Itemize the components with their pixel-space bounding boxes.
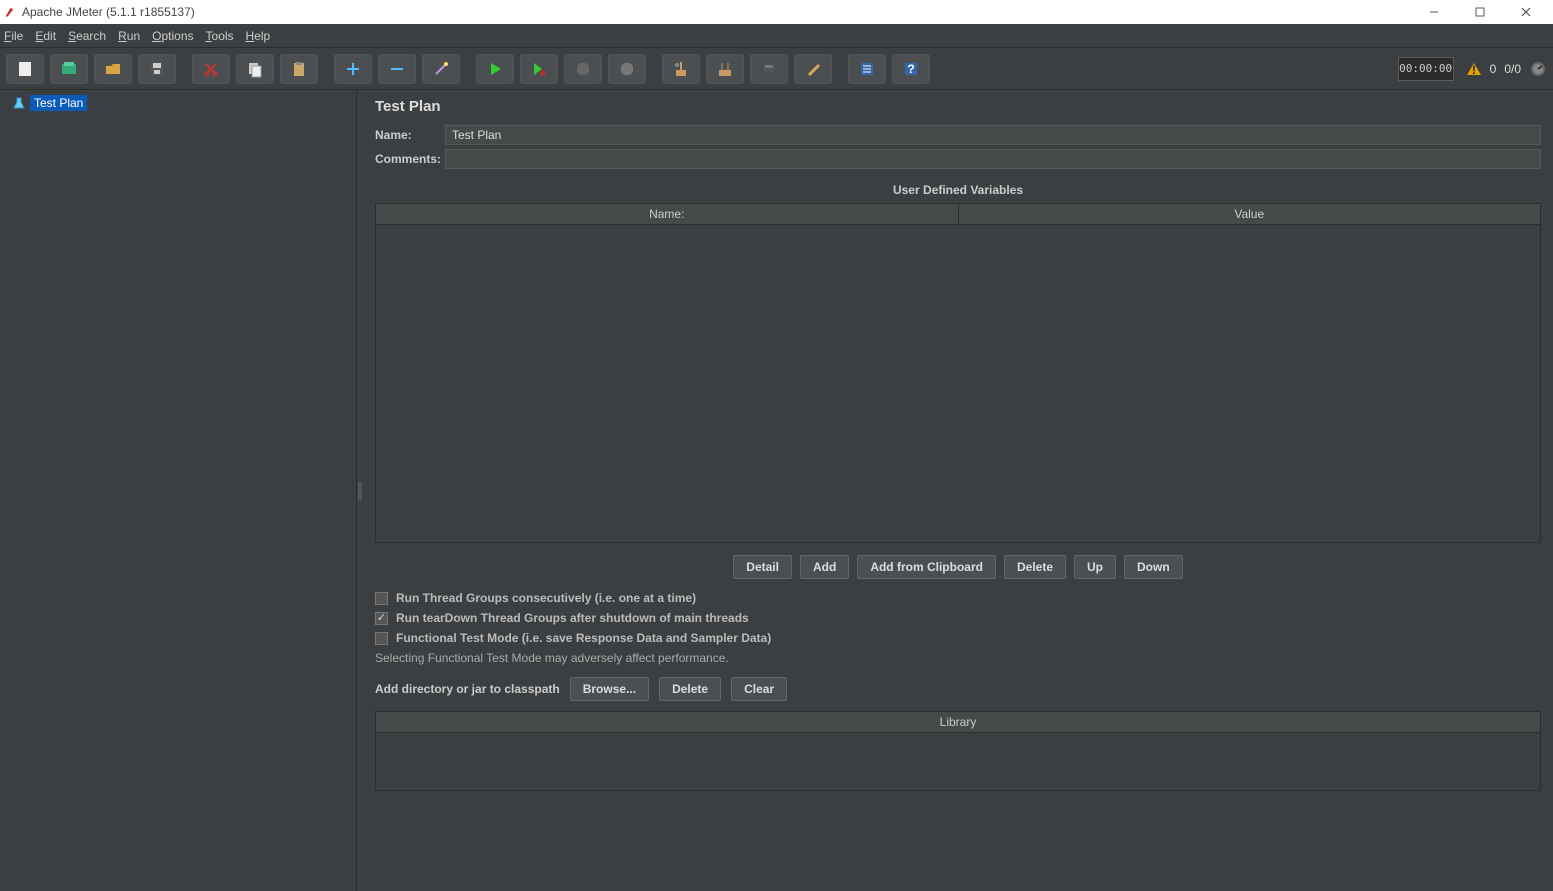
open-button[interactable] [94,54,132,84]
comments-label: Comments: [375,152,445,166]
clipboard-icon [290,60,308,78]
name-label: Name: [375,128,445,142]
save-icon [148,60,166,78]
plus-icon [344,60,362,78]
window-titlebar: Apache JMeter (5.1.1 r1855137) [0,0,1553,24]
teardown-checkbox[interactable] [375,612,388,625]
menu-search[interactable]: Search [68,29,106,43]
maximize-button[interactable] [1457,0,1503,24]
error-count: 0 [1490,62,1497,76]
menu-tools[interactable]: Tools [206,29,234,43]
panel-heading: Test Plan [375,98,1541,115]
classpath-label: Add directory or jar to classpath [375,682,560,696]
comments-input[interactable] [445,149,1541,169]
add-button[interactable]: Add [800,555,849,579]
expand-button[interactable] [334,54,372,84]
elapsed-timer: 00:00:00 [1398,57,1454,81]
template-icon [60,60,78,78]
down-button[interactable]: Down [1124,555,1183,579]
consecutive-checkbox[interactable] [375,592,388,605]
window-title: Apache JMeter (5.1.1 r1855137) [22,5,195,19]
reset-search-button[interactable] [794,54,832,84]
vars-col-name: Name: [376,204,959,224]
menu-edit[interactable]: Edit [35,29,56,43]
binoculars-icon [760,60,778,78]
vars-section-title: User Defined Variables [375,183,1541,197]
tree-root-node[interactable]: Test Plan [0,94,356,112]
copy-icon [246,60,264,78]
editor-panel: Test Plan Name: Comments: User Defined V… [363,90,1553,891]
save-button[interactable] [138,54,176,84]
paste-button[interactable] [280,54,318,84]
cp-clear-button[interactable]: Clear [731,677,787,701]
scissors-icon [202,60,220,78]
clear-button[interactable] [662,54,700,84]
copy-button[interactable] [236,54,274,84]
svg-text:!: ! [1472,63,1476,77]
search-button[interactable] [750,54,788,84]
functional-checkbox[interactable] [375,632,388,645]
menu-file[interactable]: File [4,29,23,43]
functional-label: Functional Test Mode (i.e. save Response… [396,631,771,645]
shutdown-button[interactable] [608,54,646,84]
add-from-clipboard-button[interactable]: Add from Clipboard [857,555,996,579]
library-header: Library [376,712,1540,733]
function-helper-button[interactable] [848,54,886,84]
start-no-pause-button[interactable] [520,54,558,84]
menubar: File Edit Search Run Options Tools Help [0,24,1553,48]
up-button[interactable]: Up [1074,555,1116,579]
beaker-icon [12,96,26,110]
toggle-button[interactable] [422,54,460,84]
cp-delete-button[interactable]: Delete [659,677,721,701]
wand-icon [432,60,450,78]
tree-root-label: Test Plan [30,95,87,111]
functional-note: Selecting Functional Test Mode may adver… [375,651,1541,665]
vars-col-value: Value [959,204,1541,224]
minimize-button[interactable] [1411,0,1457,24]
clear-all-button[interactable] [706,54,744,84]
help-icon: ? [902,60,920,78]
teardown-label: Run tearDown Thread Groups after shutdow… [396,611,749,625]
templates-button[interactable] [50,54,88,84]
menu-options[interactable]: Options [152,29,193,43]
broom-all-icon [716,60,734,78]
stop-button[interactable] [564,54,602,84]
stop-icon [574,60,592,78]
help-button[interactable]: ? [892,54,930,84]
menu-help[interactable]: Help [246,29,271,43]
folder-open-icon [104,60,122,78]
consecutive-label: Run Thread Groups consecutively (i.e. on… [396,591,696,605]
sweep-icon [804,60,822,78]
delete-var-button[interactable]: Delete [1004,555,1066,579]
vars-table[interactable]: Name: Value [375,203,1541,543]
shutdown-icon [618,60,636,78]
play-icon [486,60,504,78]
broom-icon [672,60,690,78]
library-table[interactable]: Library [375,711,1541,791]
svg-text:?: ? [907,62,914,76]
content-area: Test Plan Test Plan Name: Comments: User… [0,90,1553,891]
file-icon [16,60,34,78]
vars-table-body[interactable] [376,225,1540,542]
cut-button[interactable] [192,54,230,84]
close-button[interactable] [1503,0,1549,24]
minus-icon [388,60,406,78]
new-button[interactable] [6,54,44,84]
menu-run[interactable]: Run [118,29,140,43]
app-feather-icon [4,6,16,18]
warning-icon: ! [1466,61,1482,77]
thread-count: 0/0 [1504,62,1521,76]
play-no-pause-icon [530,60,548,78]
name-input[interactable] [445,125,1541,145]
test-plan-tree[interactable]: Test Plan [0,90,357,891]
detail-button[interactable]: Detail [733,555,792,579]
collapse-button[interactable] [378,54,416,84]
list-icon [858,60,876,78]
toolbar: ? 00:00:00 ! 0 0/0 [0,48,1553,90]
gauge-icon[interactable] [1529,60,1547,78]
start-button[interactable] [476,54,514,84]
browse-button[interactable]: Browse... [570,677,649,701]
